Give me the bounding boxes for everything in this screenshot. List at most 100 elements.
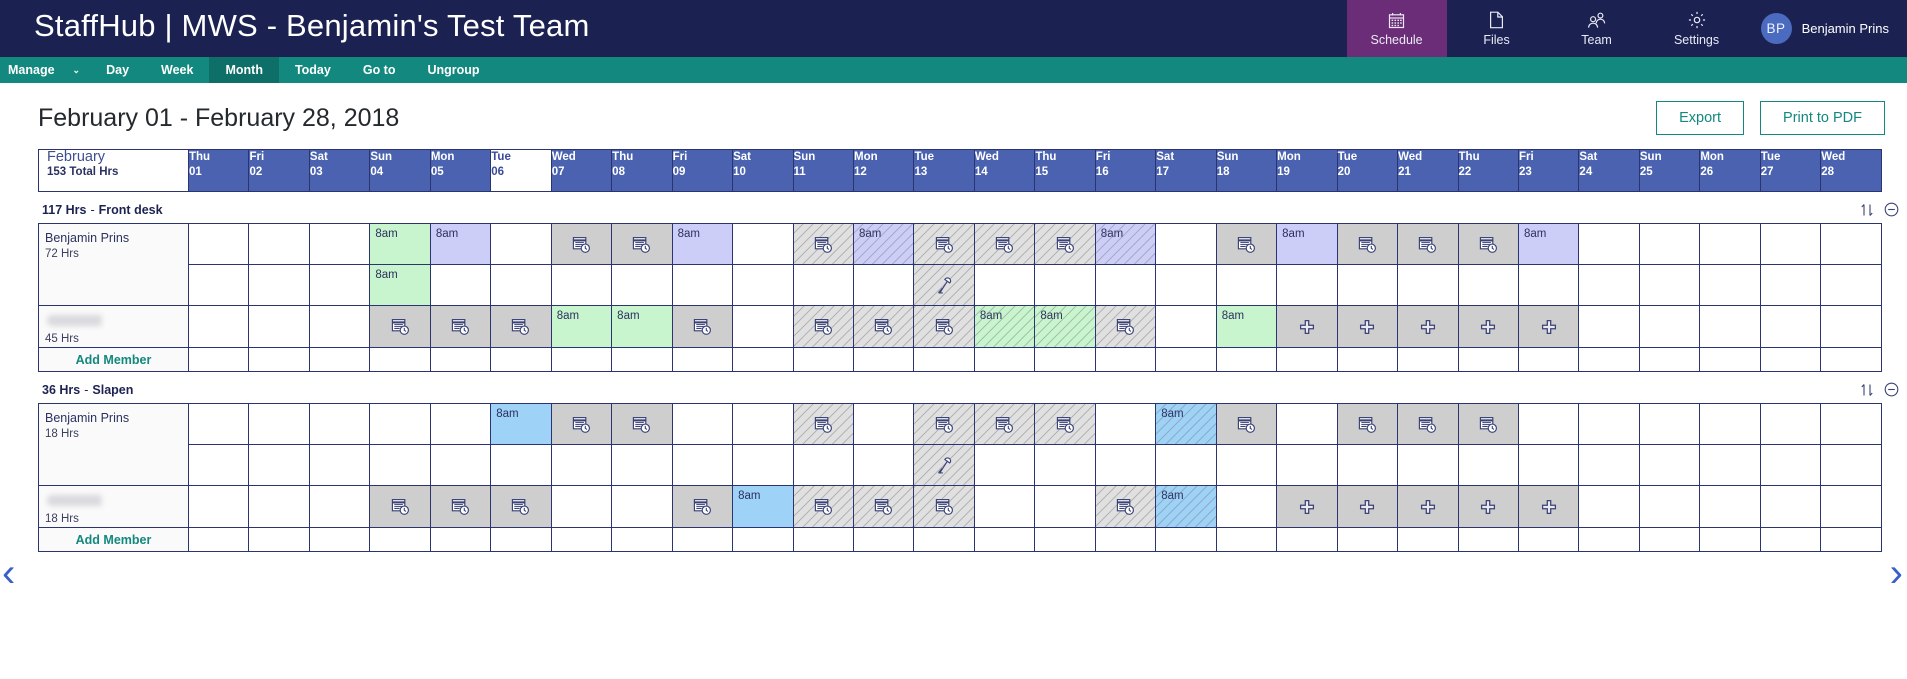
schedule-cell-empty[interactable] bbox=[187, 444, 250, 486]
open-shift-cell[interactable] bbox=[1094, 305, 1157, 348]
open-shift-cell[interactable] bbox=[671, 485, 734, 528]
schedule-cell-empty[interactable] bbox=[1276, 444, 1338, 486]
schedule-cell-empty[interactable] bbox=[852, 347, 915, 372]
schedule-cell-empty[interactable] bbox=[248, 347, 310, 372]
date-header-cell[interactable]: Wed 14 bbox=[973, 149, 1036, 192]
nav-item-files[interactable]: Files bbox=[1447, 0, 1547, 57]
schedule-cell-empty[interactable] bbox=[973, 347, 1036, 372]
date-header-cell[interactable]: Sat 24 bbox=[1578, 149, 1640, 192]
schedule-cell-empty[interactable] bbox=[732, 527, 794, 552]
member-cell[interactable]: Benjamin Prins 72 Hrs bbox=[38, 223, 189, 306]
date-header-cell[interactable]: Thu 15 bbox=[1034, 149, 1096, 192]
schedule-cell-empty[interactable] bbox=[1094, 403, 1157, 445]
date-header-cell[interactable]: Mon 26 bbox=[1699, 149, 1761, 192]
schedule-cell-empty[interactable] bbox=[792, 444, 854, 486]
open-shift-cell[interactable] bbox=[369, 485, 431, 528]
schedule-cell-empty[interactable] bbox=[973, 527, 1036, 552]
schedule-cell-empty[interactable] bbox=[671, 403, 734, 445]
schedule-cell-empty[interactable] bbox=[1759, 527, 1822, 552]
export-button[interactable]: Export bbox=[1656, 101, 1745, 135]
schedule-cell-empty[interactable] bbox=[429, 527, 492, 552]
schedule-cell-empty[interactable] bbox=[248, 264, 310, 306]
nav-item-team[interactable]: Team bbox=[1547, 0, 1647, 57]
schedule-cell-empty[interactable] bbox=[187, 347, 250, 372]
schedule-cell-empty[interactable] bbox=[550, 264, 613, 306]
schedule-cell-empty[interactable] bbox=[248, 305, 310, 348]
schedule-cell-empty[interactable] bbox=[973, 485, 1036, 528]
nav-item-settings[interactable]: Settings bbox=[1647, 0, 1747, 57]
schedule-cell-empty[interactable] bbox=[611, 444, 673, 486]
open-shift-cell[interactable] bbox=[792, 305, 854, 348]
shift-cell[interactable]: 8am bbox=[732, 485, 794, 528]
command-week[interactable]: Week bbox=[145, 57, 209, 83]
shift-cell[interactable]: 8am bbox=[1155, 403, 1217, 445]
date-header-cell[interactable]: Sat 03 bbox=[308, 149, 371, 192]
schedule-cell-empty[interactable] bbox=[429, 444, 492, 486]
schedule-cell-empty[interactable] bbox=[1699, 223, 1761, 265]
schedule-cell-empty[interactable] bbox=[187, 264, 250, 306]
schedule-cell-empty[interactable] bbox=[1276, 403, 1338, 445]
schedule-cell-empty[interactable] bbox=[1578, 264, 1640, 306]
schedule-cell-empty[interactable] bbox=[1397, 444, 1459, 486]
date-header-cell[interactable]: Fri 02 bbox=[248, 149, 310, 192]
schedule-cell-empty[interactable] bbox=[671, 347, 734, 372]
user-chip[interactable]: BP Benjamin Prins bbox=[1747, 0, 1907, 57]
schedule-cell-empty[interactable] bbox=[1759, 223, 1822, 265]
command-day[interactable]: Day bbox=[90, 57, 145, 83]
date-header-cell[interactable]: Mon 19 bbox=[1276, 149, 1338, 192]
schedule-cell-empty[interactable] bbox=[913, 527, 975, 552]
open-shift-cell[interactable] bbox=[429, 485, 492, 528]
schedule-cell-empty[interactable] bbox=[308, 347, 371, 372]
schedule-cell-empty[interactable] bbox=[1457, 264, 1519, 306]
add-shift-cell[interactable] bbox=[1457, 305, 1519, 348]
schedule-cell-empty[interactable] bbox=[1820, 305, 1882, 348]
open-shift-cell[interactable] bbox=[1457, 223, 1519, 265]
time-off-cell[interactable] bbox=[913, 264, 975, 306]
schedule-cell-empty[interactable] bbox=[732, 347, 794, 372]
schedule-cell-empty[interactable] bbox=[490, 347, 552, 372]
schedule-cell-empty[interactable] bbox=[308, 403, 371, 445]
schedule-cell-empty[interactable] bbox=[1699, 527, 1761, 552]
nav-item-schedule[interactable]: Schedule bbox=[1346, 0, 1447, 57]
shift-cell[interactable]: 8am bbox=[852, 223, 915, 265]
member-cell[interactable]: Benjamin Prins 18 Hrs bbox=[38, 403, 189, 486]
schedule-cell-empty[interactable] bbox=[369, 444, 431, 486]
schedule-cell-empty[interactable] bbox=[852, 264, 915, 306]
open-shift-cell[interactable] bbox=[1336, 403, 1399, 445]
schedule-cell-empty[interactable] bbox=[1397, 264, 1459, 306]
schedule-cell-empty[interactable] bbox=[1034, 264, 1096, 306]
schedule-cell-empty[interactable] bbox=[550, 444, 613, 486]
schedule-cell-empty[interactable] bbox=[1759, 403, 1822, 445]
date-header-cell[interactable]: Mon 05 bbox=[429, 149, 492, 192]
schedule-cell-empty[interactable] bbox=[1215, 527, 1278, 552]
open-shift-cell[interactable] bbox=[792, 223, 854, 265]
collapse-icon[interactable] bbox=[1884, 382, 1899, 397]
schedule-cell-empty[interactable] bbox=[1638, 305, 1701, 348]
schedule-cell-empty[interactable] bbox=[1759, 305, 1822, 348]
open-shift-cell[interactable] bbox=[429, 305, 492, 348]
schedule-cell-empty[interactable] bbox=[852, 403, 915, 445]
schedule-cell-empty[interactable] bbox=[1276, 264, 1338, 306]
schedule-cell-empty[interactable] bbox=[1759, 347, 1822, 372]
schedule-cell-empty[interactable] bbox=[308, 305, 371, 348]
schedule-cell-empty[interactable] bbox=[732, 264, 794, 306]
schedule-cell-empty[interactable] bbox=[369, 527, 431, 552]
schedule-cell-empty[interactable] bbox=[671, 527, 734, 552]
date-header-cell[interactable]: Tue 13 bbox=[913, 149, 975, 192]
schedule-cell-empty[interactable] bbox=[973, 444, 1036, 486]
schedule-cell-empty[interactable] bbox=[1034, 485, 1096, 528]
date-header-cell[interactable]: Tue 06 bbox=[490, 149, 552, 192]
add-shift-cell[interactable] bbox=[1397, 305, 1459, 348]
schedule-cell-empty[interactable] bbox=[248, 223, 310, 265]
schedule-cell-empty[interactable] bbox=[1155, 264, 1217, 306]
schedule-cell-empty[interactable] bbox=[611, 485, 673, 528]
open-shift-cell[interactable] bbox=[1397, 403, 1459, 445]
schedule-cell-empty[interactable] bbox=[1638, 223, 1701, 265]
schedule-cell-empty[interactable] bbox=[1820, 527, 1882, 552]
shift-cell[interactable]: 8am bbox=[671, 223, 734, 265]
prev-period-arrow[interactable]: ‹ bbox=[2, 553, 15, 593]
schedule-cell-empty[interactable] bbox=[1820, 223, 1882, 265]
date-header-cell[interactable]: Thu 01 bbox=[187, 149, 250, 192]
schedule-cell-empty[interactable] bbox=[1699, 485, 1761, 528]
schedule-cell-empty[interactable] bbox=[1638, 527, 1701, 552]
